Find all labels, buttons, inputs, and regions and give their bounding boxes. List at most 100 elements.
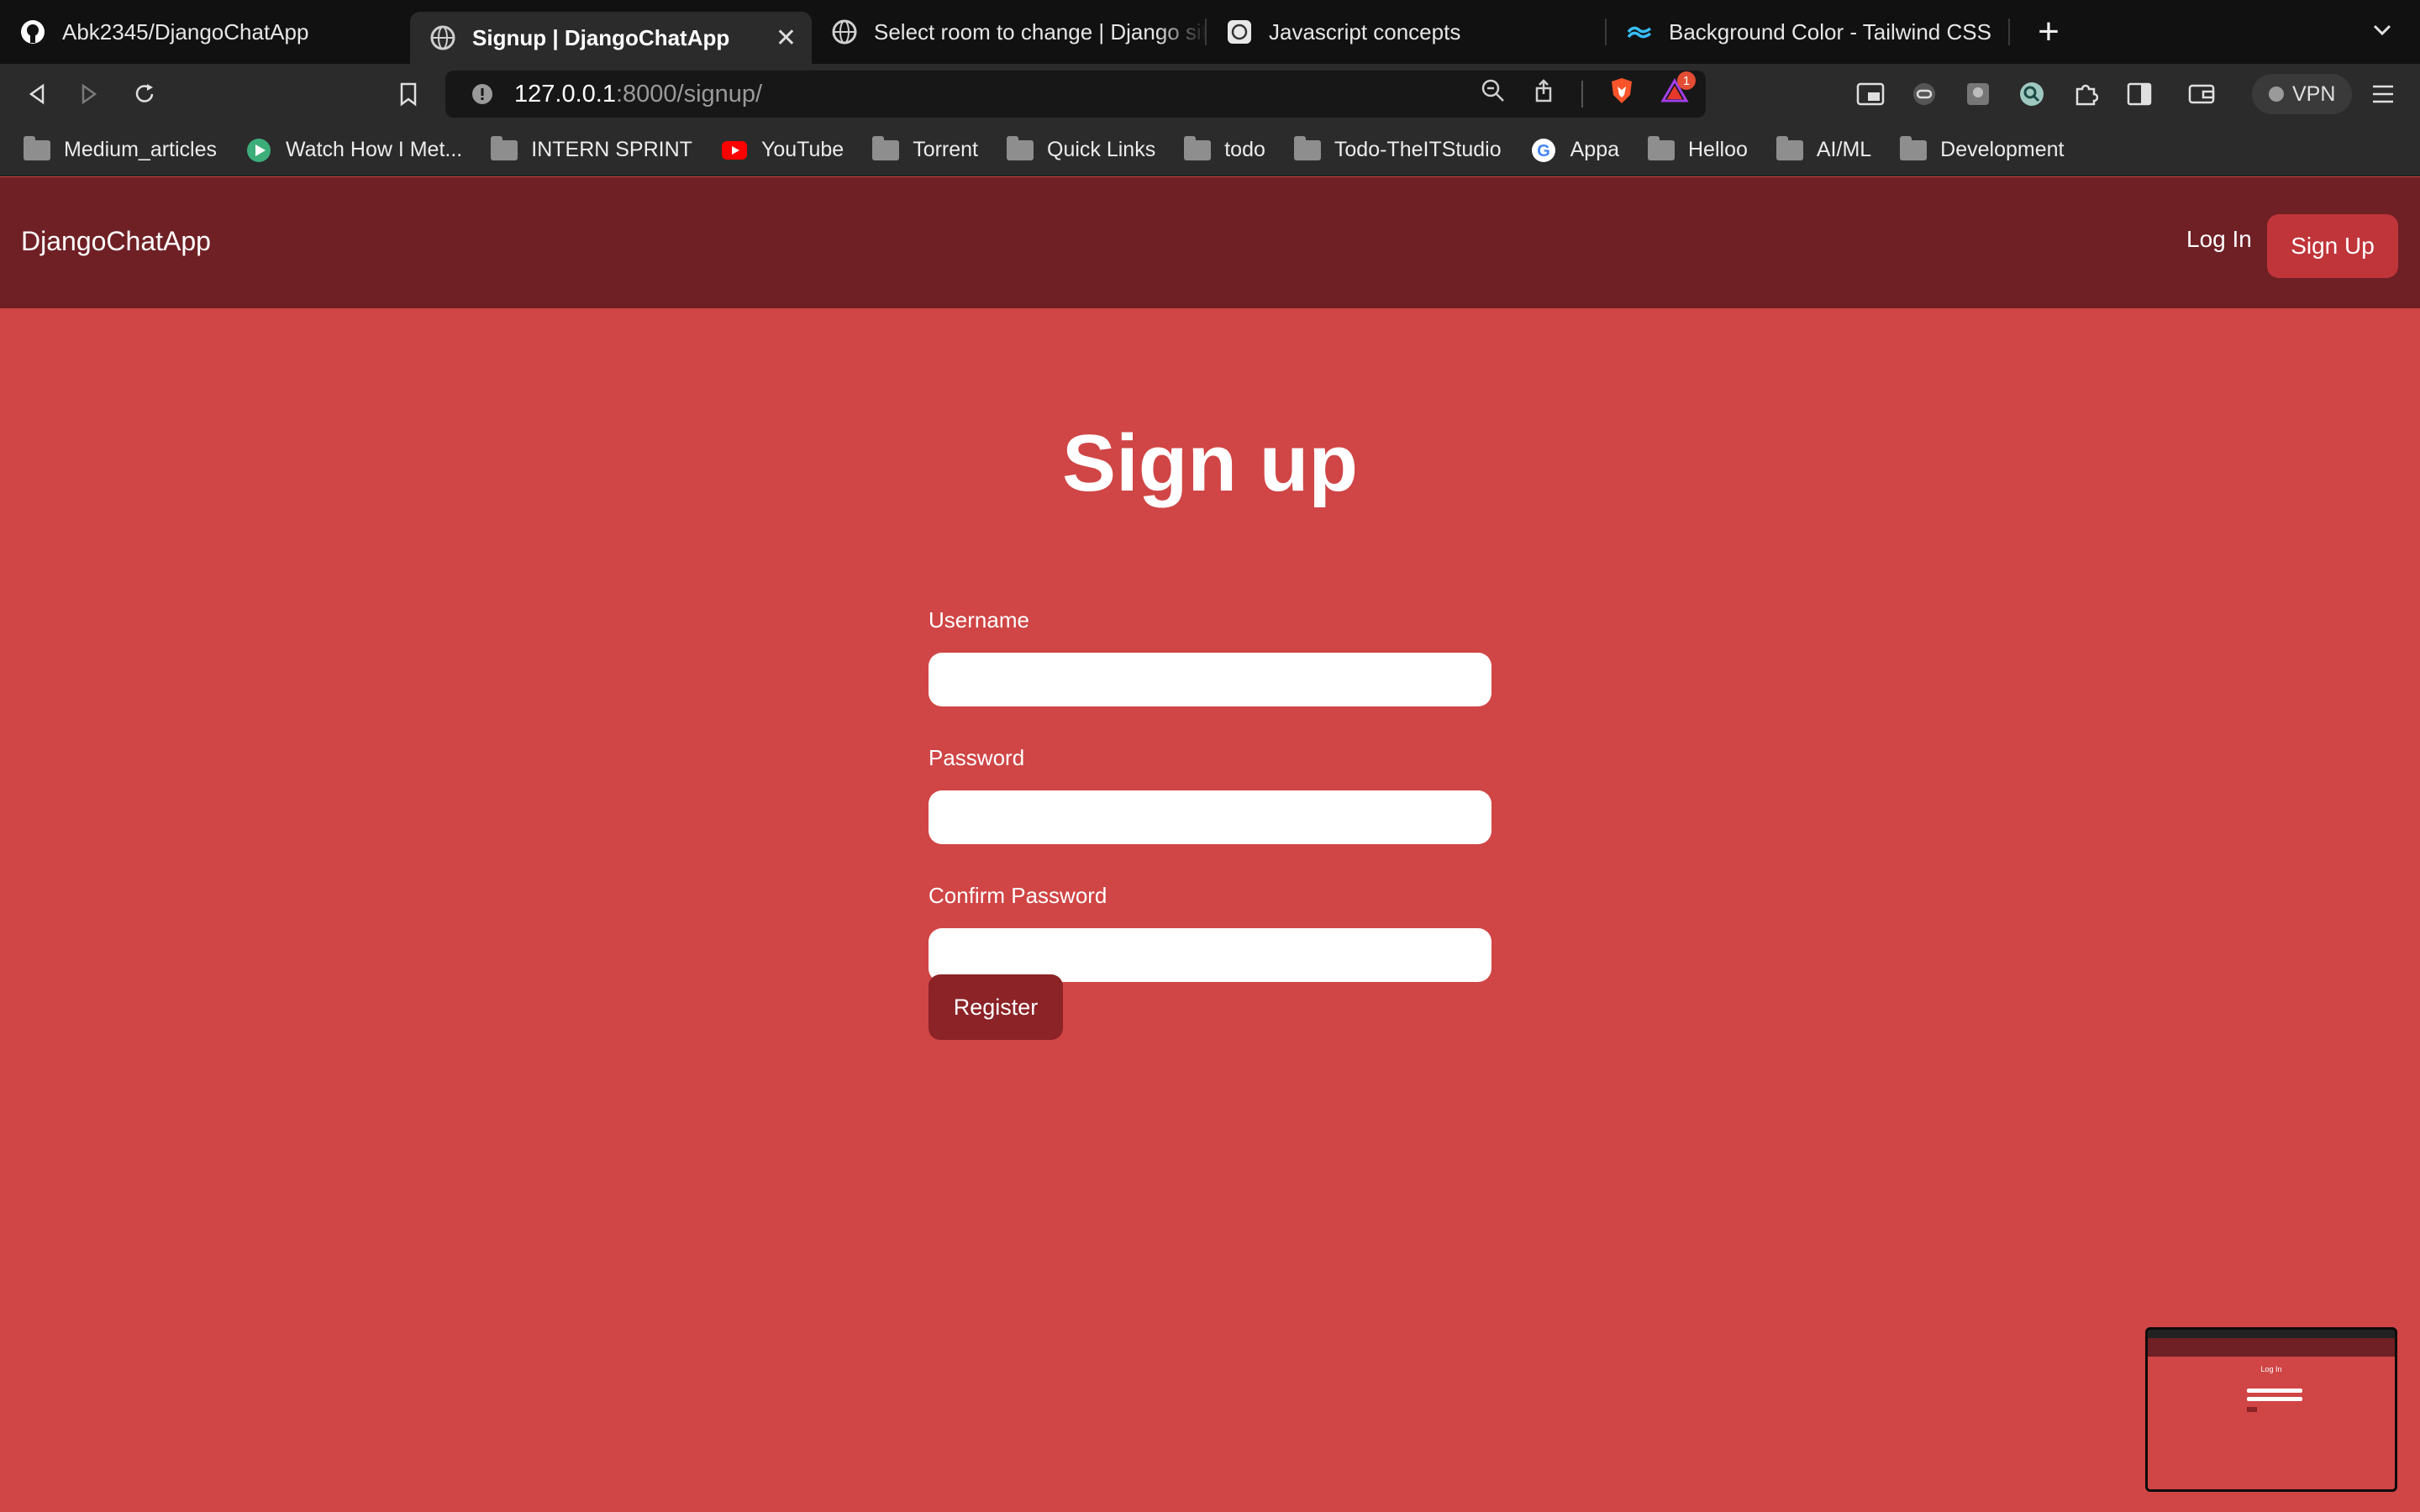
- confirm-password-label: Confirm Password: [929, 883, 1107, 908]
- bookmark-label: Torrent: [913, 138, 978, 161]
- preview-tabbar: [2148, 1330, 2395, 1338]
- app-navbar: DjangoChatApp Log In Sign Up: [0, 177, 2420, 308]
- tab-tailwind[interactable]: Background Color - Tailwind CSS: [1607, 0, 2010, 64]
- brave-shields-icon[interactable]: [1608, 76, 1635, 112]
- folder-icon: [1293, 135, 1321, 162]
- folder-icon: [1900, 135, 1928, 162]
- tab-github[interactable]: Abk2345/DjangoChatApp: [0, 0, 410, 64]
- tab-title: Signup | DjangoChatApp: [472, 24, 730, 50]
- address-bar[interactable]: 127.0.0.1:8000/signup/ 1: [445, 71, 1706, 118]
- bookmark-label: Helloo: [1688, 138, 1748, 161]
- bookmark-label: AI/ML: [1816, 138, 1872, 161]
- bookmark-quick-links[interactable]: Quick Links: [1007, 135, 1156, 162]
- app-brand-link[interactable]: DjangoChatApp: [21, 226, 211, 257]
- bookmarks-bar: Medium_articles Watch How I Met... INTER…: [0, 124, 2420, 176]
- bookmark-todo-theitstudio[interactable]: Todo-TheITStudio: [1293, 135, 1502, 162]
- tab-title: Background Color - Tailwind CSS: [1669, 18, 1991, 45]
- play-icon: [245, 138, 272, 162]
- chain-extension-icon[interactable]: [1906, 76, 1943, 113]
- youtube-icon: [721, 139, 748, 162]
- login-link[interactable]: Log In: [2186, 226, 2252, 253]
- bookmark-youtube[interactable]: YouTube: [721, 138, 844, 162]
- tab-title: Abk2345/DjangoChatApp: [62, 18, 309, 45]
- bookmark-todo[interactable]: todo: [1184, 135, 1265, 162]
- bookmark-label: todo: [1224, 138, 1265, 161]
- close-icon[interactable]: ✕: [776, 24, 797, 53]
- bookmark-label: Development: [1940, 138, 2065, 161]
- bookmark-label: Quick Links: [1047, 138, 1156, 161]
- search-extension-icon[interactable]: [2013, 76, 2050, 113]
- page-title: Sign up: [1062, 418, 1358, 508]
- menu-icon[interactable]: [2365, 76, 2402, 113]
- folder-icon: [1184, 135, 1212, 162]
- password-label: Password: [929, 745, 1025, 770]
- svg-text:G: G: [1537, 142, 1550, 160]
- preview-body: Log In: [2148, 1357, 2395, 1489]
- forward-icon[interactable]: [71, 76, 108, 113]
- tab-title: Javascript concepts: [1269, 18, 1461, 45]
- new-tab-button[interactable]: +: [2023, 7, 2074, 57]
- share-icon[interactable]: [1531, 78, 1556, 110]
- bookmark-torrent[interactable]: Torrent: [872, 135, 978, 162]
- bookmark-label: INTERN SPRINT: [531, 138, 692, 161]
- browser-tab-strip: Abk2345/DjangoChatApp Signup | DjangoCha…: [0, 0, 2420, 64]
- bookmark-medium-articles[interactable]: Medium_articles: [24, 135, 218, 162]
- window-preview-thumbnail[interactable]: Log In: [2145, 1327, 2397, 1492]
- url-host: 127.0.0.1: [514, 80, 616, 108]
- notification-badge: 1: [1677, 71, 1696, 90]
- bookmark-label: Medium_articles: [64, 138, 218, 161]
- zoom-icon[interactable]: [1481, 78, 1506, 110]
- picture-in-picture-icon[interactable]: [1852, 76, 1889, 113]
- chevron-down-icon[interactable]: [2370, 17, 2395, 46]
- reload-icon[interactable]: [126, 76, 163, 113]
- tab-signup[interactable]: Signup | DjangoChatApp ✕: [410, 12, 812, 64]
- bookmark-icon[interactable]: [390, 76, 427, 113]
- preview-title: Log In: [2260, 1365, 2282, 1373]
- preview-input: [2247, 1397, 2302, 1401]
- bookmark-helloo[interactable]: Helloo: [1648, 135, 1748, 162]
- globe-icon: [832, 19, 857, 45]
- folder-icon: [1648, 135, 1675, 162]
- bookmark-watch-how-i-met[interactable]: Watch How I Met...: [245, 138, 462, 162]
- folder-icon: [1776, 135, 1803, 162]
- url-path: :8000/signup/: [615, 80, 763, 108]
- preview-button: [2247, 1407, 2257, 1412]
- google-icon: G: [1530, 138, 1557, 162]
- folder-icon: [24, 135, 50, 162]
- bookmark-label: Todo-TheITStudio: [1334, 138, 1502, 161]
- sidebar-icon[interactable]: [2121, 76, 2158, 113]
- register-button[interactable]: Register: [929, 974, 1063, 1040]
- bookmark-label: Watch How I Met...: [286, 138, 463, 161]
- vpn-button[interactable]: VPN: [2252, 74, 2353, 114]
- bookmark-label: YouTube: [760, 138, 844, 161]
- password-input[interactable]: [929, 790, 1491, 844]
- bookmark-ai-ml[interactable]: AI/ML: [1776, 135, 1872, 162]
- github-icon: [20, 19, 45, 45]
- signup-page: Sign up Username Password Confirm Passwo…: [0, 308, 2420, 1512]
- preview-navbar: [2148, 1338, 2395, 1357]
- folder-icon: [1007, 135, 1034, 162]
- bookmark-appa[interactable]: G Appa: [1530, 138, 1619, 162]
- ideas-extension-icon[interactable]: [1960, 76, 1996, 113]
- chatgpt-icon: [1227, 19, 1252, 45]
- bookmark-intern-sprint[interactable]: INTERN SPRINT: [491, 135, 692, 162]
- vpn-label: VPN: [2292, 81, 2336, 106]
- brave-rewards-icon[interactable]: 1: [1660, 71, 1696, 110]
- vpn-status-icon: [2269, 87, 2284, 102]
- folder-icon: [872, 135, 900, 162]
- site-info-icon[interactable]: [471, 82, 494, 106]
- preview-input: [2247, 1389, 2302, 1393]
- back-icon[interactable]: [18, 76, 55, 113]
- browser-toolbar: 127.0.0.1:8000/signup/ 1 VPN: [0, 64, 2420, 124]
- bookmark-development[interactable]: Development: [1900, 135, 2065, 162]
- puzzle-extensions-icon[interactable]: [2067, 76, 2104, 113]
- tailwind-icon: [1627, 19, 1652, 45]
- username-input[interactable]: [929, 653, 1491, 706]
- tab-js-concepts[interactable]: Javascript concepts: [1207, 0, 1607, 64]
- folder-icon: [491, 135, 518, 162]
- tab-django-admin[interactable]: Select room to change | Django site: [812, 0, 1207, 64]
- signup-form: Username Password Confirm Password: [929, 607, 1491, 1021]
- signup-button[interactable]: Sign Up: [2267, 214, 2398, 278]
- bookmark-label: Appa: [1570, 138, 1619, 161]
- wallet-icon[interactable]: [2183, 76, 2220, 113]
